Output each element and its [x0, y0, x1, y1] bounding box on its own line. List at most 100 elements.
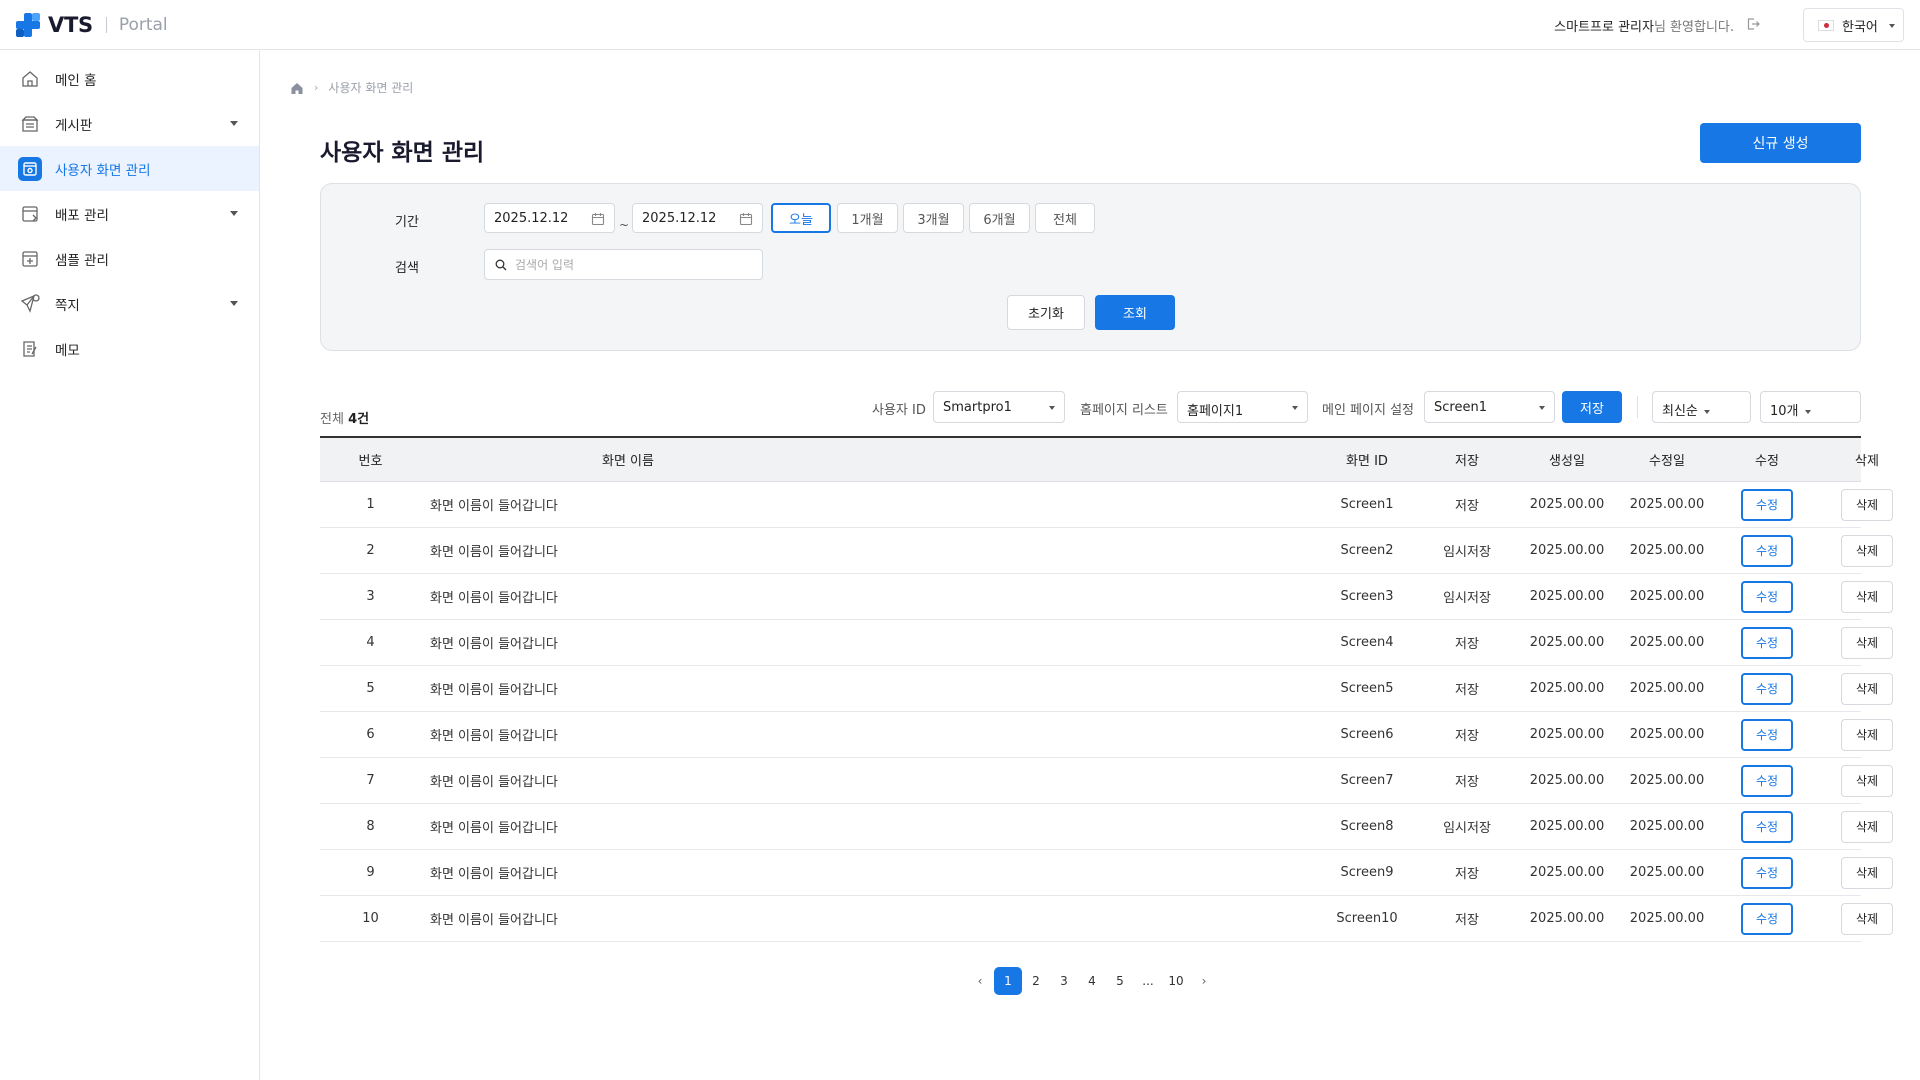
- row-edit-button[interactable]: 수정: [1741, 488, 1793, 521]
- row-edit-button[interactable]: 수정: [1741, 718, 1793, 751]
- row-created-date: 2025.00.00: [1529, 727, 1605, 742]
- search-input[interactable]: 검색어 입력: [484, 249, 763, 280]
- toolbar-divider: [1637, 396, 1638, 418]
- row-screen-id: Screen8: [1340, 819, 1394, 834]
- main-page-setting-value: Screen1: [1434, 400, 1487, 415]
- page-button-1[interactable]: 1: [994, 967, 1022, 995]
- row-delete-button[interactable]: 삭제: [1841, 488, 1893, 521]
- user-id-select[interactable]: Smartpro1: [933, 391, 1065, 423]
- page-button-10[interactable]: 10: [1162, 967, 1190, 995]
- new-create-button[interactable]: 신규 생성: [1700, 123, 1861, 163]
- sidebar-item-label: 메인 홈: [55, 72, 97, 89]
- sidebar-item-sample[interactable]: 샘플 관리: [0, 236, 259, 281]
- sort-value: 최신순: [1662, 404, 1698, 419]
- row-delete-cell: 삭제: [1817, 718, 1917, 751]
- row-number: 5: [366, 681, 375, 696]
- table-row[interactable]: 10 화면 이름이 들어갑니다 Screen10 저장 2025.00.00 2025.0…: [320, 896, 1893, 942]
- table-row[interactable]: 1 화면 이름이 들어갑니다 Screen1 저장 2025.00.00 2025.00.…: [320, 482, 1893, 528]
- row-number: 6: [366, 727, 375, 742]
- sort-select[interactable]: 최신순: [1652, 391, 1751, 423]
- logo[interactable]: VTS Portal: [15, 12, 168, 38]
- reset-button[interactable]: 초기화: [1007, 295, 1085, 330]
- calendar-icon[interactable]: [591, 212, 605, 226]
- sidebar-item-memo[interactable]: 메모: [0, 326, 259, 371]
- logout-icon[interactable]: [1746, 17, 1760, 35]
- sidebar-item-deploy[interactable]: 배포 관리: [0, 191, 259, 236]
- page-title: 사용자 화면 관리: [320, 140, 485, 166]
- sidebar-item-label: 사용자 화면 관리: [55, 162, 151, 179]
- row-edit-button[interactable]: 수정: [1741, 626, 1793, 659]
- home-icon[interactable]: [290, 81, 304, 95]
- row-screen-id: Screen1: [1340, 497, 1394, 512]
- row-created-date: 2025.00.00: [1529, 497, 1605, 512]
- date-range-tilde: ~: [619, 218, 630, 232]
- page-button-5[interactable]: 5: [1106, 967, 1134, 995]
- table-row[interactable]: 5 화면 이름이 들어갑니다 Screen5 저장 2025.00.00 2025.00.…: [320, 666, 1893, 712]
- column-header: 저장: [1455, 454, 1479, 469]
- column-header: 수정일: [1649, 454, 1685, 469]
- row-edit-cell: 수정: [1717, 902, 1817, 935]
- save-button[interactable]: 저장: [1562, 391, 1622, 423]
- page-button-4[interactable]: 4: [1078, 967, 1106, 995]
- prev-page-icon[interactable]: ‹: [966, 967, 994, 995]
- row-delete-button[interactable]: 삭제: [1841, 902, 1893, 935]
- row-save-status: 저장: [1455, 729, 1479, 744]
- row-edit-cell: 수정: [1717, 580, 1817, 613]
- period-1month-button[interactable]: 1개월: [837, 203, 898, 233]
- table-row[interactable]: 2 화면 이름이 들어갑니다 Screen2 임시저장 2025.00.00 2025.0…: [320, 528, 1893, 574]
- homepage-list-select[interactable]: 홈페이지1: [1177, 391, 1308, 423]
- table-header: 번호 화면 이름 화면 ID 저장 생성일 수정일 수정 삭제: [320, 436, 1879, 482]
- calendar-icon[interactable]: [739, 212, 753, 226]
- date-to-input[interactable]: 2025.12.12: [632, 203, 763, 233]
- row-edit-button[interactable]: 수정: [1741, 810, 1793, 843]
- row-delete-button[interactable]: 삭제: [1841, 534, 1893, 567]
- row-delete-button[interactable]: 삭제: [1841, 580, 1893, 613]
- row-modified-date: 2025.00.00: [1629, 773, 1705, 788]
- row-delete-button[interactable]: 삭제: [1841, 856, 1893, 889]
- language-select[interactable]: 한국어: [1803, 8, 1904, 42]
- table-row[interactable]: 4 화면 이름이 들어갑니다 Screen4 저장 2025.00.00 2025.00.…: [320, 620, 1893, 666]
- row-delete-button[interactable]: 삭제: [1841, 718, 1893, 751]
- breadcrumb: › 사용자 화면 관리: [290, 79, 413, 96]
- sample-icon: [18, 247, 42, 271]
- row-delete-button[interactable]: 삭제: [1841, 764, 1893, 797]
- row-edit-button[interactable]: 수정: [1741, 534, 1793, 567]
- row-number: 3: [366, 589, 375, 604]
- page-size-select[interactable]: 10개: [1760, 391, 1861, 423]
- next-page-icon[interactable]: ›: [1190, 967, 1218, 995]
- row-delete-button[interactable]: 삭제: [1841, 672, 1893, 705]
- sidebar-item-user-screen[interactable]: 사용자 화면 관리: [0, 146, 259, 191]
- total-prefix: 전체: [320, 412, 344, 427]
- row-edit-button[interactable]: 수정: [1741, 580, 1793, 613]
- row-edit-cell: 수정: [1717, 626, 1817, 659]
- period-today-button[interactable]: 오늘: [771, 203, 831, 233]
- row-edit-button[interactable]: 수정: [1741, 764, 1793, 797]
- page-button-2[interactable]: 2: [1022, 967, 1050, 995]
- period-all-button[interactable]: 전체: [1035, 203, 1095, 233]
- row-edit-cell: 수정: [1717, 488, 1817, 521]
- row-delete-cell: 삭제: [1817, 672, 1917, 705]
- main-page-setting-select[interactable]: Screen1: [1424, 391, 1555, 423]
- row-edit-button[interactable]: 수정: [1741, 672, 1793, 705]
- period-6month-button[interactable]: 6개월: [969, 203, 1030, 233]
- memo-icon: [18, 337, 42, 361]
- table-row[interactable]: 9 화면 이름이 들어갑니다 Screen9 저장 2025.00.00 2025.00.…: [320, 850, 1893, 896]
- table-row[interactable]: 6 화면 이름이 들어갑니다 Screen6 저장 2025.00.00 2025.00.…: [320, 712, 1893, 758]
- row-created-date: 2025.00.00: [1529, 773, 1605, 788]
- sidebar-item-main-home[interactable]: 메인 홈: [0, 56, 259, 101]
- table-row[interactable]: 3 화면 이름이 들어갑니다 Screen3 임시저장 2025.00.00 2025.0…: [320, 574, 1893, 620]
- sidebar-item-board[interactable]: 게시판: [0, 101, 259, 146]
- page-button-3[interactable]: 3: [1050, 967, 1078, 995]
- query-button[interactable]: 조회: [1095, 295, 1175, 330]
- column-header: 화면 ID: [1346, 454, 1388, 469]
- date-from-input[interactable]: 2025.12.12: [484, 203, 615, 233]
- period-3month-button[interactable]: 3개월: [903, 203, 964, 233]
- row-edit-button[interactable]: 수정: [1741, 856, 1793, 889]
- table-row[interactable]: 8 화면 이름이 들어갑니다 Screen8 임시저장 2025.00.00 2025.0…: [320, 804, 1893, 850]
- table-row[interactable]: 7 화면 이름이 들어갑니다 Screen7 저장 2025.00.00 2025.00.…: [320, 758, 1893, 804]
- sidebar-item-message[interactable]: 쪽지: [0, 281, 259, 326]
- row-edit-button[interactable]: 수정: [1741, 902, 1793, 935]
- row-delete-button[interactable]: 삭제: [1841, 810, 1893, 843]
- row-delete-button[interactable]: 삭제: [1841, 626, 1893, 659]
- welcome-suffix: 님 환영합니다.: [1653, 20, 1734, 35]
